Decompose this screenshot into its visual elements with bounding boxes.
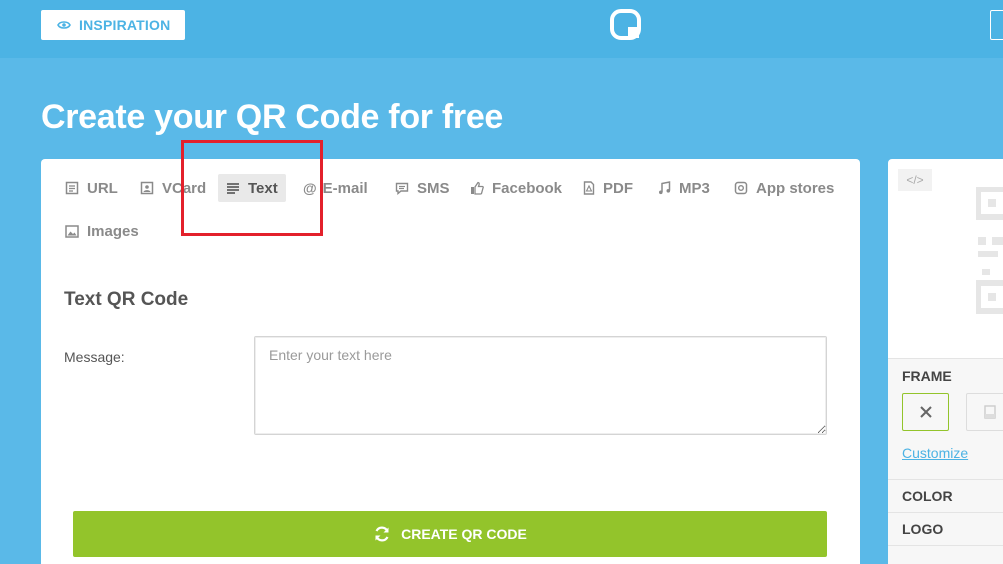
inspiration-button[interactable]: INSPIRATION — [41, 10, 185, 40]
customize-link[interactable]: Customize — [902, 445, 968, 461]
tab-mp3[interactable]: MP3 — [650, 174, 718, 202]
refresh-icon — [375, 526, 389, 542]
tab-label: PDF — [603, 179, 633, 197]
close-icon — [919, 406, 932, 418]
qr-preview-panel: </> FRAME Customize COLOR LOGO — [888, 159, 1003, 564]
tab-label: Text — [248, 179, 278, 197]
tab-facebook[interactable]: Facebook — [462, 174, 570, 202]
tab-label: E-mail — [322, 179, 368, 197]
tab-pdf[interactable]: PDF — [575, 174, 641, 202]
top-bar: INSPIRATION — [0, 0, 1003, 58]
tab-label: App stores — [756, 179, 835, 197]
inspiration-label: INSPIRATION — [79, 17, 171, 33]
page-title: Create your QR Code for free — [41, 98, 504, 136]
divider — [888, 545, 1003, 546]
section-title: Text QR Code — [64, 289, 189, 310]
tab-email[interactable]: @ E-mail — [295, 174, 376, 202]
contact-card-icon — [140, 181, 154, 195]
tab-text[interactable]: Text — [218, 174, 286, 202]
tab-label: Facebook — [492, 179, 563, 197]
frame-none-option[interactable] — [902, 393, 949, 431]
tab-images[interactable]: Images — [57, 217, 147, 245]
chat-icon — [395, 182, 409, 195]
qr-code-preview — [976, 187, 1003, 314]
at-icon: @ — [303, 180, 317, 196]
tab-url[interactable]: URL — [57, 174, 126, 202]
tab-label: VCard — [162, 179, 207, 197]
link-doc-icon — [65, 181, 79, 195]
account-button[interactable] — [990, 10, 1003, 40]
qr-generator-card: URL VCard Text @ E-mail SMS Facebook PDF… — [41, 159, 860, 564]
pdf-icon — [583, 181, 595, 195]
divider — [888, 479, 1003, 480]
divider — [888, 358, 1003, 359]
create-qr-code-button[interactable]: CREATE QR CODE — [73, 511, 827, 557]
divider — [888, 512, 1003, 513]
logo-section-label[interactable]: LOGO — [902, 521, 943, 537]
frame-label: FRAME — [902, 368, 952, 384]
frame-preview-icon — [983, 405, 996, 419]
tab-sms[interactable]: SMS — [387, 174, 458, 202]
tab-label: MP3 — [679, 179, 710, 197]
thumbs-up-icon — [470, 181, 484, 195]
color-section-label[interactable]: COLOR — [902, 488, 953, 504]
message-label: Message: — [64, 349, 125, 365]
message-input[interactable] — [254, 336, 827, 435]
tab-vcard[interactable]: VCard — [132, 174, 214, 202]
tab-label: Images — [87, 222, 139, 240]
eye-icon — [57, 21, 71, 29]
tab-label: URL — [87, 179, 118, 197]
text-lines-icon — [226, 182, 240, 194]
app-store-icon — [734, 181, 748, 195]
tab-app-stores[interactable]: App stores — [726, 174, 842, 202]
create-button-label: CREATE QR CODE — [401, 526, 527, 542]
frame-option[interactable] — [966, 393, 1003, 431]
brand-logo-icon[interactable] — [610, 9, 641, 40]
code-icon: </> — [906, 173, 924, 187]
image-icon — [65, 224, 79, 238]
embed-code-button[interactable]: </> — [898, 169, 932, 191]
tab-label: SMS — [417, 179, 450, 197]
music-note-icon — [658, 181, 671, 195]
